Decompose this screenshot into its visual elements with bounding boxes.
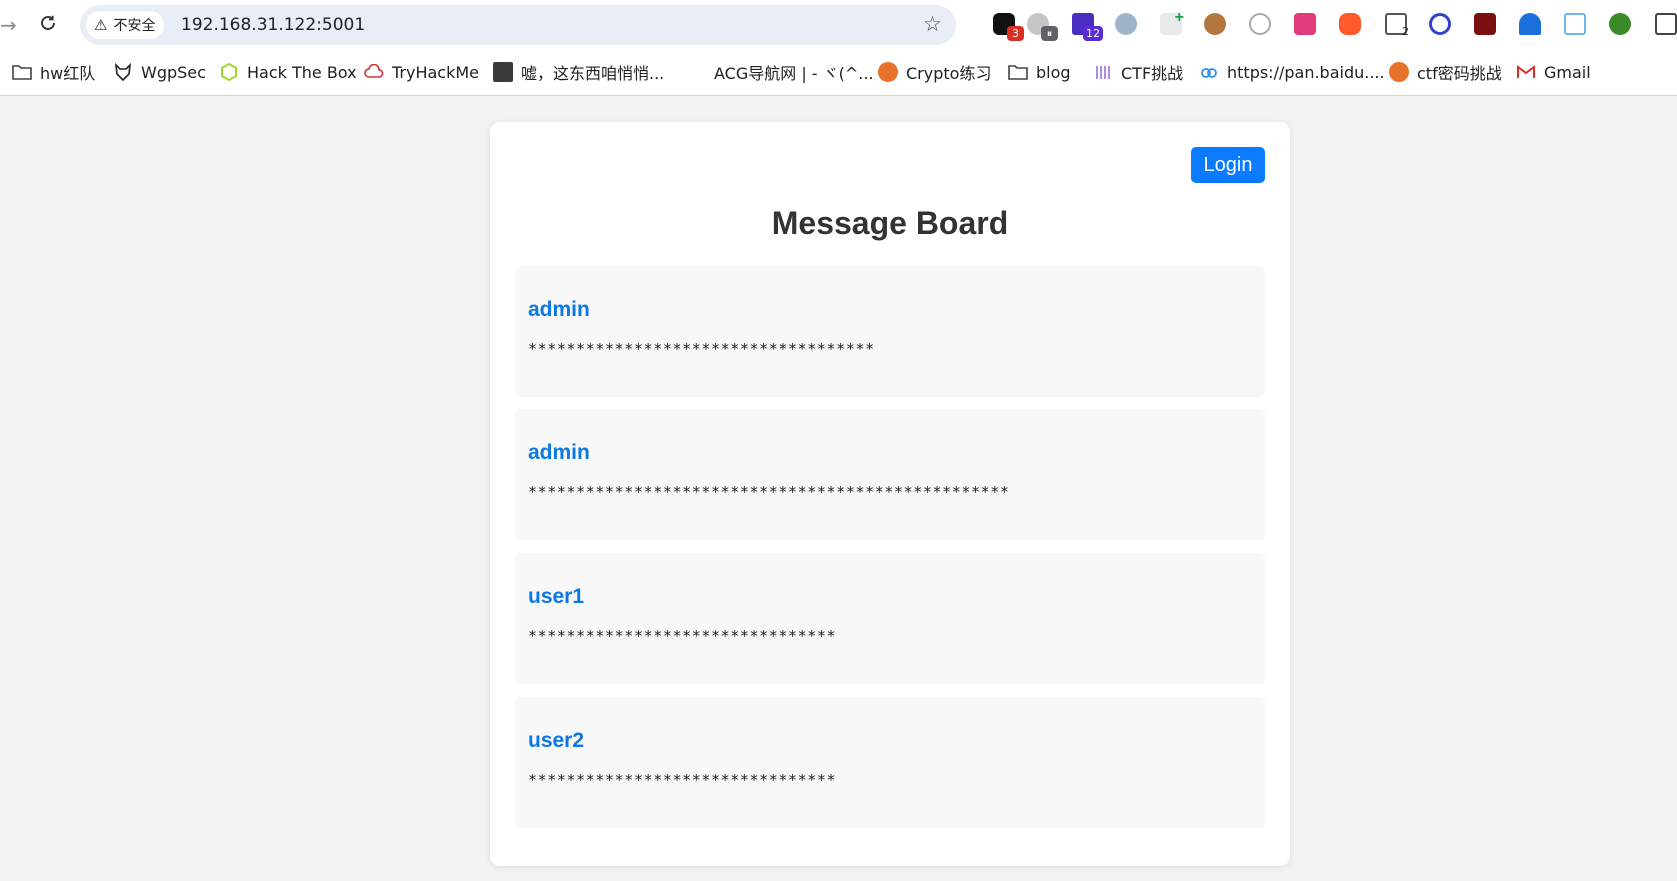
message-text: ******************************** (528, 627, 837, 645)
warning-icon: ⚠ (94, 16, 108, 34)
bookmark-label: ACG导航网 | - ヾ(^... (714, 64, 874, 83)
message-text: ************************************ (528, 340, 875, 358)
extension-badge: ⏸ (1041, 26, 1058, 41)
page-icon (493, 62, 513, 82)
bookmark-item[interactable]: Crypto练习 (878, 61, 991, 83)
bookmark-label: Crypto练习 (906, 64, 992, 83)
bookmark-item[interactable]: Hack The Box (219, 61, 357, 83)
extension-badge: 3 (1007, 26, 1024, 41)
bookmark-label: ctf密码挑战 (1417, 64, 1502, 83)
message-text: ****************************************… (528, 483, 1010, 501)
bookmark-item[interactable]: blog (1008, 61, 1071, 83)
extension-icon[interactable]: 2 (1385, 13, 1409, 38)
bookmark-item[interactable]: ctf密码挑战 (1389, 61, 1502, 83)
bookmark-item[interactable]: Gmail (1516, 61, 1591, 83)
folder-icon (1008, 62, 1028, 82)
brain-icon (1389, 62, 1409, 82)
translate-icon[interactable] (1294, 13, 1316, 35)
bookmark-label: 嘘，这东西咱悄悄... (521, 64, 665, 83)
bookmark-label: CTF挑战 (1121, 64, 1184, 83)
security-label: 不安全 (113, 17, 156, 33)
bookmark-item[interactable]: ACG导航网 | - ヾ(^... (714, 61, 874, 83)
hourglass-icon[interactable] (1564, 13, 1586, 35)
gmail-icon (1516, 62, 1536, 82)
puzzle-icon[interactable] (1655, 13, 1677, 35)
message-item: admin **********************************… (515, 266, 1265, 397)
login-button[interactable]: Login (1191, 147, 1265, 183)
security-chip[interactable]: ⚠ 不安全 (86, 11, 165, 39)
extension-badge: 12 (1083, 26, 1103, 41)
bookmark-label: blog (1036, 62, 1071, 82)
message-item: user1 ******************************** (515, 553, 1265, 684)
bookmark-label: Gmail (1544, 62, 1591, 82)
bookmark-star-icon[interactable]: ☆ (923, 12, 942, 36)
globe-icon[interactable] (1609, 13, 1631, 35)
bookmark-item[interactable]: hw红队 (12, 61, 95, 83)
extension-icon[interactable] (1115, 13, 1137, 35)
plus-icon: + (1174, 9, 1184, 26)
extension-icon[interactable] (1474, 13, 1496, 35)
message-text: ******************************** (528, 771, 837, 789)
message-username: user1 (528, 585, 585, 608)
extension-icon[interactable] (1339, 13, 1361, 35)
brain-icon (878, 62, 898, 82)
extension-icon[interactable]: 3 (993, 13, 1024, 41)
bookmark-label: hw红队 (40, 64, 96, 83)
address-bar[interactable]: ⚠ 不安全 192.168.31.122:5001 ☆ (80, 5, 956, 45)
forward-icon[interactable]: → (0, 13, 17, 37)
cloud-icon (364, 62, 384, 82)
message-item: admin **********************************… (515, 409, 1265, 540)
extension-badge: 2 (1402, 25, 1409, 38)
bookmark-label: WgpSec (141, 62, 206, 82)
message-username: user2 (528, 729, 585, 752)
page-title: Message Board (771, 205, 1009, 241)
extension-icon[interactable]: ⏸ (1027, 13, 1058, 41)
bookmarks-bar: hw红队 WgpSec Hack The Box TryHackMe 嘘，这东西… (0, 48, 1677, 96)
extension-icon[interactable]: 12 (1072, 13, 1103, 41)
extension-icon[interactable]: + (1160, 9, 1184, 35)
bookmark-item[interactable]: WgpSec (113, 61, 206, 83)
cube-icon (219, 62, 239, 82)
bookmark-label: https://pan.baidu.... (1227, 62, 1385, 82)
bookmark-item[interactable]: CTF挑战 (1093, 61, 1183, 83)
bookmark-label: TryHackMe (392, 62, 480, 82)
reload-icon[interactable] (36, 11, 60, 35)
bookmark-item[interactable]: TryHackMe (364, 61, 479, 83)
link-icon[interactable] (1429, 13, 1451, 35)
bars-icon (1093, 62, 1113, 82)
baidu-pan-icon (1199, 62, 1219, 82)
message-board-card: Login Message Board admin **************… (490, 122, 1290, 866)
bookmark-item[interactable]: https://pan.baidu.... (1199, 61, 1385, 83)
url-text[interactable]: 192.168.31.122:5001 (181, 15, 365, 35)
bookmark-label: Hack The Box (247, 62, 357, 82)
browser-toolbar: → ⚠ 不安全 192.168.31.122:5001 ☆ 3 ⏸ 12 + 2 (0, 0, 1677, 48)
wolf-icon (113, 62, 133, 82)
message-item: user2 ******************************** (515, 697, 1265, 828)
cookie-icon[interactable] (1204, 13, 1226, 35)
extension-icon[interactable] (1519, 13, 1541, 35)
bookmark-item[interactable]: 嘘，这东西咱悄悄... (493, 61, 664, 83)
folder-icon (12, 62, 32, 82)
message-username: admin (528, 298, 590, 321)
extension-icon[interactable] (1249, 13, 1271, 35)
message-username: admin (528, 441, 590, 464)
